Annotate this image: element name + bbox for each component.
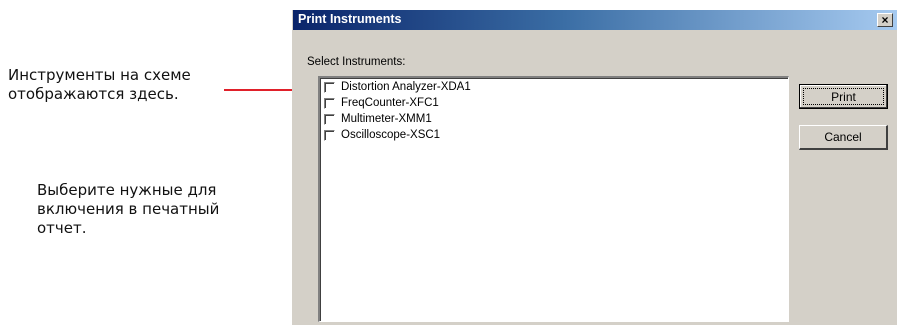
- checkbox[interactable]: [324, 113, 335, 125]
- list-item-oscilloscope[interactable]: Oscilloscope-XSC1: [324, 127, 440, 143]
- list-item-distortion-analyzer[interactable]: Distortion Analyzer-XDA1: [324, 79, 471, 95]
- list-item-label: FreqCounter-XFC1: [341, 97, 439, 109]
- close-icon: ×: [881, 13, 889, 27]
- cancel-button-label: Cancel: [824, 130, 862, 144]
- print-instruments-dialog: Print Instruments × Select Instruments: …: [292, 10, 897, 325]
- list-item-multimeter[interactable]: Multimeter-XMM1: [324, 111, 432, 127]
- list-item-label: Distortion Analyzer-XDA1: [341, 81, 471, 93]
- select-instruments-label: Select Instruments:: [307, 56, 406, 68]
- dialog-titlebar[interactable]: Print Instruments ×: [293, 10, 897, 30]
- checkbox[interactable]: [324, 97, 335, 109]
- list-item-label: Oscilloscope-XSC1: [341, 129, 441, 141]
- close-button[interactable]: ×: [877, 13, 893, 27]
- checkbox[interactable]: [324, 81, 335, 93]
- cancel-button[interactable]: Cancel: [799, 125, 888, 150]
- annotation-select-for-report: Выберите нужные для включения в печатный…: [37, 181, 220, 237]
- checkbox[interactable]: [324, 129, 335, 141]
- print-button[interactable]: Print: [799, 84, 888, 109]
- instruments-listbox[interactable]: Distortion Analyzer-XDA1 FreqCounter-XFC…: [318, 76, 789, 322]
- dialog-title: Print Instruments: [298, 12, 402, 26]
- focus-rectangle: [803, 88, 884, 105]
- list-item-label: Multimeter-XMM1: [341, 113, 432, 125]
- annotation-instruments-shown: Инструменты на схеме отображаются здесь.: [8, 66, 191, 103]
- list-item-freqcounter[interactable]: FreqCounter-XFC1: [324, 95, 439, 111]
